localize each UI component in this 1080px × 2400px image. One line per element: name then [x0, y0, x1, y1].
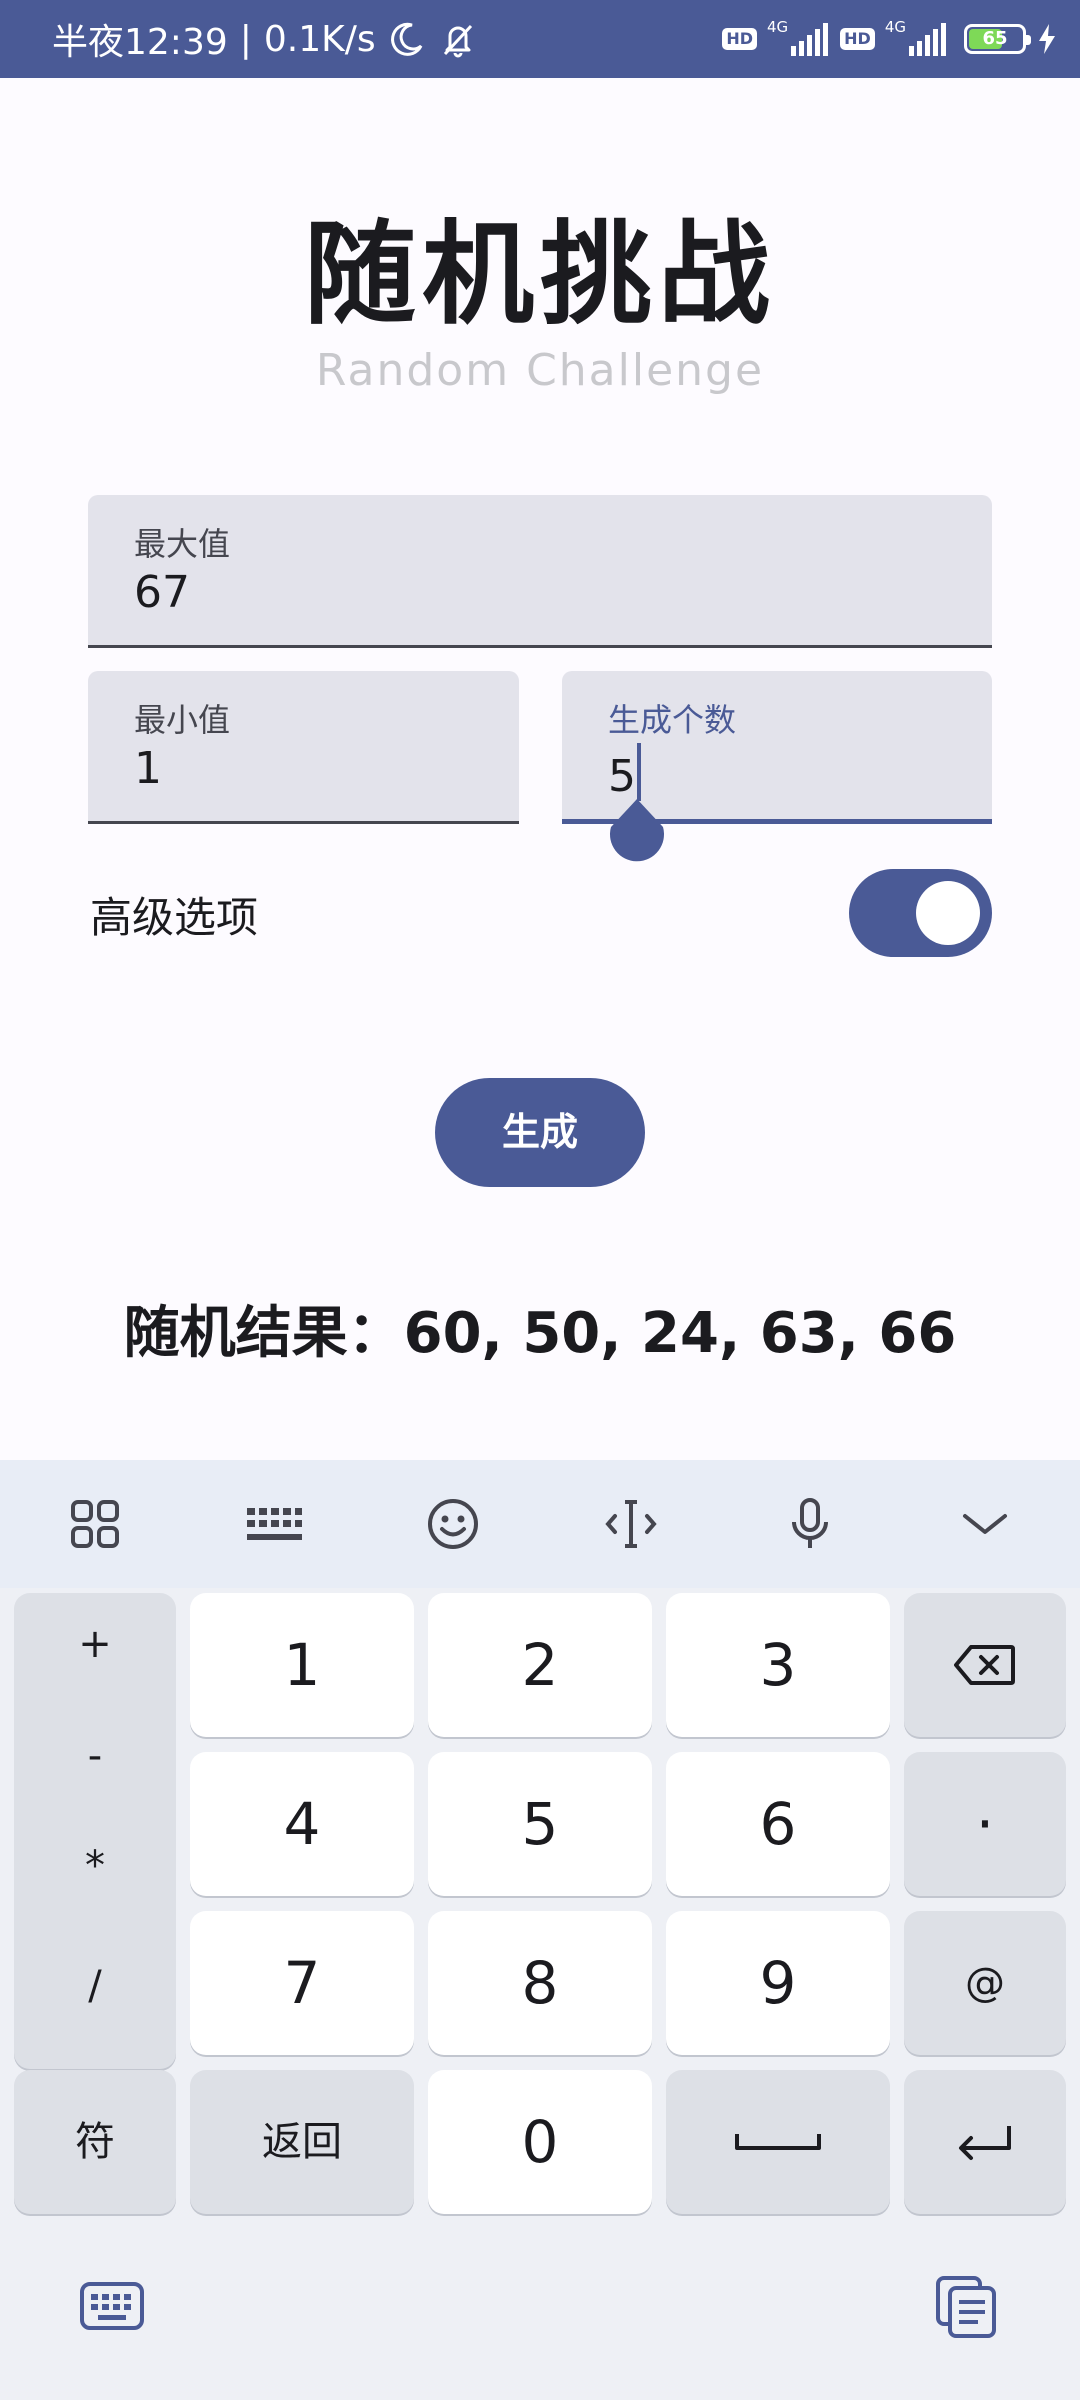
count-input[interactable]: 5 [608, 743, 641, 802]
network-type: 4G [884, 18, 906, 36]
max-value-label: 最大值 [134, 525, 231, 563]
space-key[interactable] [666, 2070, 890, 2214]
switch-thumb [916, 881, 980, 945]
status-left: 半夜12:39 | 0.1K/s [52, 13, 478, 65]
battery-level: 65 [982, 28, 1008, 49]
mic-icon[interactable] [780, 1494, 840, 1554]
enter-key[interactable] [904, 2070, 1066, 2214]
hd-badge: HD [722, 28, 757, 50]
cursor-handle-icon[interactable] [608, 797, 666, 863]
advanced-options-switch[interactable] [849, 869, 992, 957]
at-key[interactable]: @ [904, 1911, 1066, 2055]
network-speed: 0.1K/s [263, 18, 376, 60]
moon-icon [390, 22, 422, 56]
signal-1: 4G [767, 20, 830, 58]
emoji-icon[interactable] [423, 1494, 483, 1554]
random-result: 随机结果：60, 50, 24, 63, 66 [123, 1301, 957, 1366]
keyboard-toolbar [0, 1460, 1080, 1588]
mute-bell-icon [443, 24, 472, 58]
page-title: 随机挑战 [304, 210, 776, 340]
signal-bars-icon [909, 23, 946, 56]
key-1[interactable]: 1 [190, 1593, 414, 1737]
max-value-input[interactable]: 67 [134, 567, 190, 618]
max-value-field[interactable]: 最大值 67 [88, 495, 992, 648]
key-7[interactable]: 7 [190, 1911, 414, 2055]
advanced-options-label: 高级选项 [90, 893, 259, 942]
symbol-column[interactable]: + - * / [14, 1593, 176, 2069]
dot-key[interactable]: · [904, 1752, 1066, 1896]
back-key[interactable]: 返回 [190, 2070, 414, 2214]
key-4[interactable]: 4 [190, 1752, 414, 1896]
numeric-keyboard: + - * / 1 2 3 4 5 6 · 7 8 9 @ 符 返回 0 [0, 1460, 1080, 2400]
key-2[interactable]: 2 [428, 1593, 652, 1737]
collapse-icon[interactable] [955, 1494, 1015, 1554]
min-value-input[interactable]: 1 [134, 743, 162, 794]
key-8[interactable]: 8 [428, 1911, 652, 2055]
space-icon [735, 2134, 821, 2150]
grid-icon[interactable] [65, 1494, 125, 1554]
key-0[interactable]: 0 [428, 2070, 652, 2214]
minus-key[interactable]: - [14, 1733, 176, 1779]
battery-icon: 65 [964, 24, 1031, 54]
key-9[interactable]: 9 [666, 1911, 890, 2055]
status-time: 半夜12:39 [52, 22, 228, 63]
min-value-label: 最小值 [134, 701, 231, 739]
signal-bars-icon [791, 23, 829, 56]
cursor-icon[interactable] [601, 1494, 661, 1554]
keyboard-switch-icon[interactable] [76, 2270, 148, 2342]
count-value: 5 [608, 751, 636, 802]
key-6[interactable]: 6 [666, 1752, 890, 1896]
status-divider: | [239, 18, 252, 60]
multiply-key[interactable]: * [14, 1843, 176, 1889]
status-right: HD 4G HD 4G 65 [722, 20, 1058, 58]
divide-key[interactable]: / [14, 1963, 176, 2009]
text-caret [637, 743, 641, 801]
status-bar: 半夜12:39 | 0.1K/s HD 4G HD 4G 65 [0, 0, 1080, 78]
key-5[interactable]: 5 [428, 1752, 652, 1896]
key-3[interactable]: 3 [666, 1593, 890, 1737]
hd-badge: HD [840, 28, 875, 50]
backspace-key[interactable] [904, 1593, 1066, 1737]
min-value-field[interactable]: 最小值 1 [88, 671, 519, 824]
backspace-icon [954, 1645, 1015, 1685]
clipboard-icon[interactable] [930, 2270, 1002, 2342]
enter-icon [959, 2126, 1011, 2160]
page-subtitle: Random Challenge [315, 345, 765, 396]
symbols-key[interactable]: 符 [14, 2070, 176, 2214]
generate-button[interactable]: 生成 [435, 1078, 645, 1187]
count-label: 生成个数 [608, 701, 737, 739]
plus-key[interactable]: + [14, 1621, 176, 1667]
signal-2: 4G [885, 20, 948, 58]
charging-icon [1039, 24, 1055, 54]
keyboard-layout-icon[interactable] [244, 1494, 304, 1554]
network-type: 4G [766, 18, 789, 36]
